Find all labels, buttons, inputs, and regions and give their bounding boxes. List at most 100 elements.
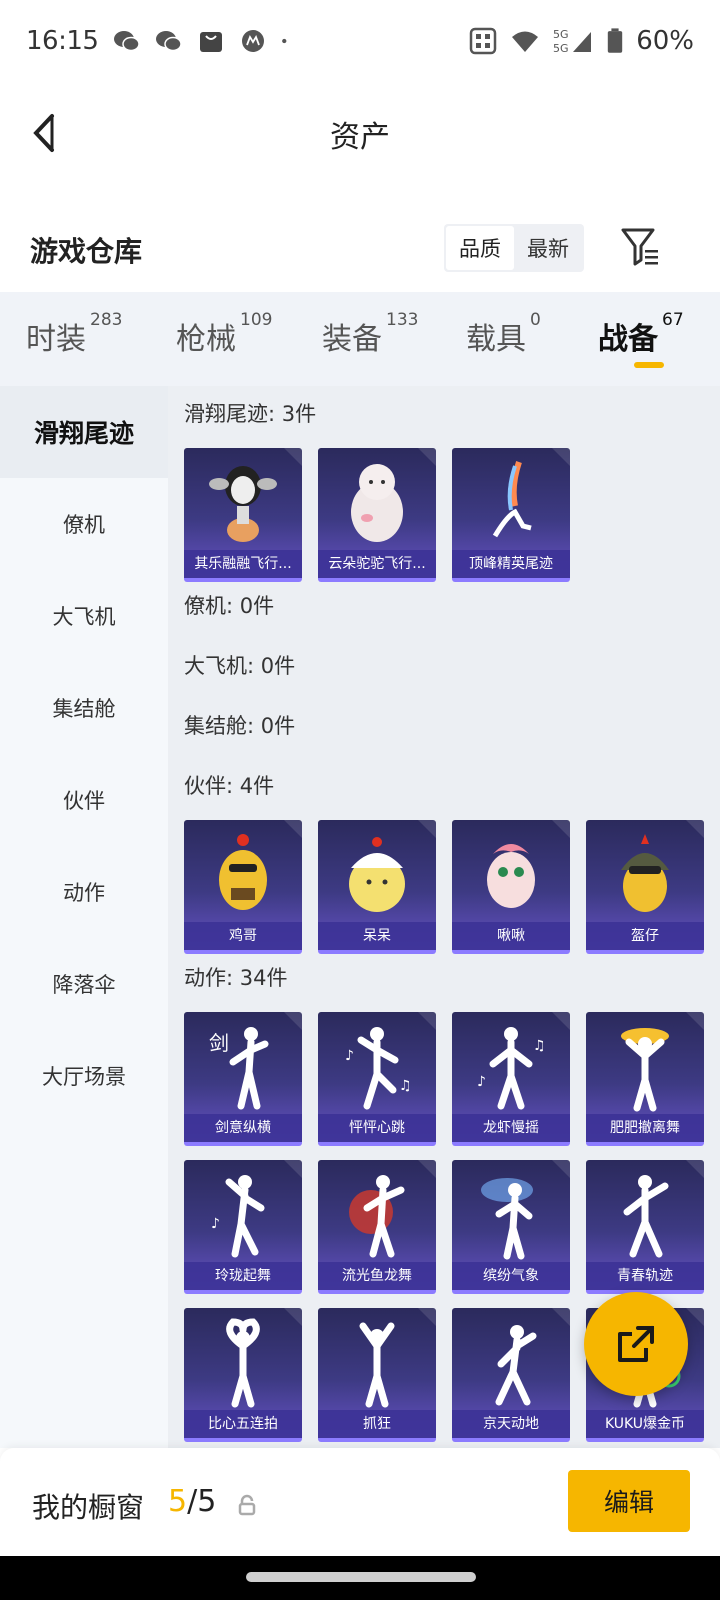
item-card[interactable]: 比心五连拍: [184, 1308, 302, 1442]
tab-count: 67: [662, 310, 684, 330]
item-name: 京天动地: [452, 1410, 570, 1438]
penguin-icon: [184, 454, 302, 550]
nfc-icon: [469, 27, 497, 55]
dancer-icon: [318, 1166, 436, 1262]
item-name: 肥肥撤离舞: [586, 1114, 704, 1142]
showcase-label: 我的橱窗: [32, 1491, 145, 1524]
item-card[interactable]: ♪ ♫ 龙虾慢摇: [452, 1012, 570, 1146]
tab-vehicles[interactable]: 载具0: [466, 310, 541, 358]
item-name: 青春轨迹: [586, 1262, 704, 1290]
battery-percent: 60%: [636, 26, 694, 56]
item-card[interactable]: ♪ 玲珑起舞: [184, 1160, 302, 1294]
page-title: 资产: [330, 120, 390, 155]
tab-label: 时装: [26, 322, 86, 357]
item-card[interactable]: 顶峰精英尾迹: [452, 448, 570, 582]
warehouse-bar: 游戏仓库 品质 最新: [0, 210, 720, 290]
item-name: 呆呆: [318, 922, 436, 950]
side-item-partner[interactable]: 伙伴: [0, 754, 168, 846]
item-card[interactable]: 京天动地: [452, 1308, 570, 1442]
item-name: 抓狂: [318, 1410, 436, 1438]
side-item-lobby-scene[interactable]: 大厅场景: [0, 1030, 168, 1122]
item-name: 龙虾慢摇: [452, 1114, 570, 1142]
item-card[interactable]: 盔仔: [586, 820, 704, 954]
item-card[interactable]: 鸡哥: [184, 820, 302, 954]
svg-text:♪: ♪: [477, 1074, 486, 1090]
page-header: 资产: [0, 82, 720, 182]
item-card[interactable]: 啾啾: [452, 820, 570, 954]
item-card[interactable]: 抓狂: [318, 1308, 436, 1442]
side-item-pod[interactable]: 集结舱: [0, 662, 168, 754]
item-name: 啾啾: [452, 922, 570, 950]
active-tab-indicator: [634, 362, 664, 368]
share-icon: [618, 1326, 654, 1362]
side-item-big-plane[interactable]: 大飞机: [0, 570, 168, 662]
dancer-icon: ♪: [184, 1166, 302, 1262]
section-title: 滑翔尾迹: 3件: [184, 402, 317, 426]
tab-combat-gear[interactable]: 战备67: [598, 310, 684, 358]
item-name: 其乐融融飞行...: [184, 550, 302, 578]
tab-fashion[interactable]: 时装283: [26, 310, 122, 358]
side-item-glide-trail[interactable]: 滑翔尾迹: [0, 386, 168, 478]
dancer-icon: [586, 1166, 704, 1262]
sort-quality-button[interactable]: 品质: [446, 226, 514, 270]
side-item-emote[interactable]: 动作: [0, 846, 168, 938]
item-name: 流光鱼龙舞: [318, 1262, 436, 1290]
tab-count: 283: [90, 310, 123, 330]
svg-text:5G: 5G: [553, 42, 569, 55]
dancer-icon: [452, 1166, 570, 1262]
item-card[interactable]: ♪ ♫ 怦怦心跳: [318, 1012, 436, 1146]
item-card[interactable]: 青春轨迹: [586, 1160, 704, 1294]
item-card[interactable]: 缤纷气象: [452, 1160, 570, 1294]
wechat-icon: [114, 31, 141, 52]
item-card[interactable]: 肥肥撤离舞: [586, 1012, 704, 1146]
tab-label: 载具: [466, 322, 526, 357]
status-time: 16:15: [26, 26, 99, 56]
tab-label: 战备: [598, 322, 658, 357]
edit-button[interactable]: 编辑: [568, 1470, 690, 1532]
sort-toggle: 品质 最新: [444, 224, 584, 272]
item-name: 怦怦心跳: [318, 1114, 436, 1142]
showcase-count-total: /5: [187, 1484, 217, 1519]
side-item-parachute[interactable]: 降落伞: [0, 938, 168, 1030]
item-name: 剑意纵横: [184, 1114, 302, 1142]
item-name: 鸡哥: [184, 922, 302, 950]
tab-label: 装备: [322, 322, 382, 357]
item-card[interactable]: 云朵驼驼飞行...: [318, 448, 436, 582]
item-card[interactable]: 剑 剑意纵横: [184, 1012, 302, 1146]
tab-label: 枪械: [176, 322, 236, 357]
svg-text:♫: ♫: [399, 1078, 412, 1094]
section-title: 动作: 34件: [184, 966, 288, 990]
section-title: 大飞机: 0件: [184, 654, 296, 678]
alpaca-icon: [318, 454, 436, 550]
status-bar: 16:15 5G 5G 60%: [0, 0, 720, 82]
dancer-icon: ♪ ♫: [318, 1018, 436, 1114]
category-tabs: 时装283 枪械109 装备133 载具0 战备67: [0, 292, 720, 386]
showcase-count-current: 5: [168, 1484, 188, 1519]
svg-text:♪: ♪: [345, 1048, 354, 1064]
side-item-wingman[interactable]: 僚机: [0, 478, 168, 570]
item-card[interactable]: 其乐融融飞行...: [184, 448, 302, 582]
section-title: 僚机: 0件: [184, 594, 275, 618]
filter-icon[interactable]: [620, 226, 660, 268]
dancer-icon: [318, 1314, 436, 1410]
section-title: 集结舱: 0件: [184, 714, 296, 738]
item-card[interactable]: 流光鱼龙舞: [318, 1160, 436, 1294]
tab-equipment[interactable]: 装备133: [322, 310, 418, 358]
showcase-count: 5/5: [168, 1484, 216, 1519]
item-name: 盔仔: [586, 922, 704, 950]
system-nav-bar: [0, 1556, 720, 1600]
side-menu: 滑翔尾迹 僚机 大飞机 集结舱 伙伴 动作 降落伞 大厅场景: [0, 386, 168, 1448]
helmet-chick-icon: [586, 826, 704, 922]
item-name: 缤纷气象: [452, 1262, 570, 1290]
warehouse-title: 游戏仓库: [30, 235, 143, 268]
sort-newest-button[interactable]: 最新: [514, 226, 582, 270]
motorola-icon: [242, 30, 265, 52]
dancer-icon: [452, 1314, 570, 1410]
item-name: 玲珑起舞: [184, 1262, 302, 1290]
share-fab-button[interactable]: [584, 1292, 688, 1396]
home-indicator[interactable]: [246, 1572, 476, 1582]
bag-icon: [200, 32, 223, 52]
tab-guns[interactable]: 枪械109: [176, 310, 272, 358]
tab-count: 0: [530, 310, 541, 330]
item-card[interactable]: 呆呆: [318, 820, 436, 954]
